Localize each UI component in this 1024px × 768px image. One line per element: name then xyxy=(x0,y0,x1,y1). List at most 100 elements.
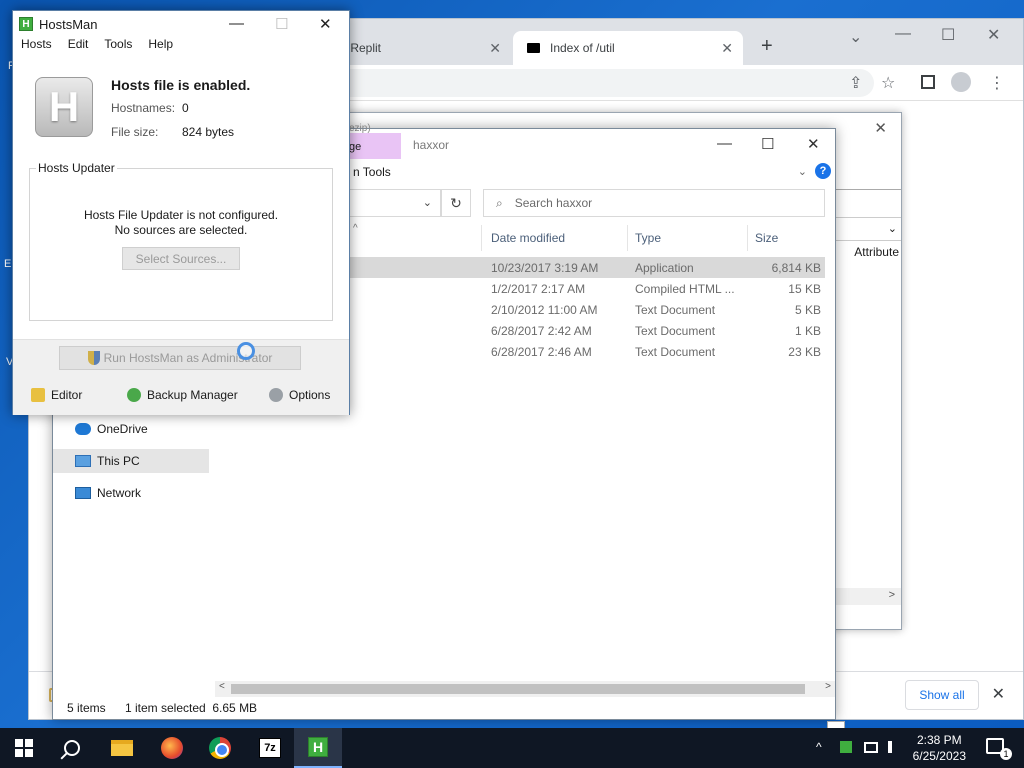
options-button[interactable]: Options xyxy=(269,388,330,402)
show-all-button[interactable]: Show all xyxy=(905,680,979,710)
help-icon[interactable]: ? xyxy=(815,163,831,179)
backup-manager-button[interactable]: Backup Manager xyxy=(127,388,238,402)
clock-date: 6/25/2023 xyxy=(912,749,966,763)
network-tray-icon[interactable] xyxy=(864,742,878,753)
tab-search-icon[interactable]: ⌄ xyxy=(849,27,862,47)
uac-shield-icon xyxy=(87,351,100,365)
filesize-value: 824 bytes xyxy=(182,125,235,139)
start-button[interactable] xyxy=(0,728,48,768)
show-hidden-icons-chevron-icon[interactable]: ^ xyxy=(816,740,822,754)
column-divider xyxy=(747,225,748,251)
hostsman-tray-icon[interactable] xyxy=(840,741,852,753)
nav-item-onedrive[interactable]: OneDrive xyxy=(53,417,209,441)
taskbar: 7z H ^ 2:38 PM 6/25/2023 1 xyxy=(0,728,1024,768)
expand-ribbon-icon[interactable]: ⌄ xyxy=(798,165,807,178)
close-button[interactable]: ✕ xyxy=(807,135,820,153)
column-header-date[interactable]: Date modified xyxy=(491,231,565,245)
hosts-status-heading: Hosts file is enabled. xyxy=(111,77,251,93)
tab-replit[interactable]: - Replit ✕ xyxy=(329,31,511,65)
tab-manage-label: ge xyxy=(349,141,362,153)
close-tab-icon[interactable]: ✕ xyxy=(721,40,733,57)
chevron-down-icon[interactable]: ⌄ xyxy=(423,196,432,209)
table-row[interactable]: 6/28/2017 2:42 AM Text Document 1 KB xyxy=(349,320,825,341)
cell-size: 6,814 KB xyxy=(771,261,821,275)
minimize-button[interactable]: — xyxy=(717,135,732,152)
column-divider xyxy=(627,225,628,251)
refresh-button[interactable]: ↻ xyxy=(441,189,471,217)
column-header-attribute[interactable]: Attribute xyxy=(854,245,899,259)
editor-button[interactable]: Editor xyxy=(31,388,82,402)
minimize-button[interactable]: — xyxy=(229,15,244,32)
chrome-menu-icon[interactable]: ⋮ xyxy=(989,73,1005,93)
tab-index-util[interactable]: Index of /util ✕ xyxy=(513,31,743,65)
hostsman-icon: H xyxy=(308,737,328,757)
address-bar[interactable] xyxy=(319,69,874,97)
maximize-button[interactable]: ☐ xyxy=(761,135,774,153)
cell-type: Application xyxy=(635,261,694,275)
chrome-icon xyxy=(209,737,231,759)
new-tab-button[interactable]: + xyxy=(761,35,773,58)
chevron-down-icon[interactable]: ⌄ xyxy=(888,222,897,235)
cell-date: 10/23/2017 3:19 AM xyxy=(491,261,599,275)
tab-manage[interactable]: ge xyxy=(349,133,401,159)
editor-label: Editor xyxy=(51,388,83,402)
column-header-size[interactable]: Size xyxy=(755,231,778,245)
scroll-right-icon[interactable]: > xyxy=(825,681,831,692)
cell-type: Text Document xyxy=(635,324,716,338)
run-as-admin-button[interactable]: Run HostsMan as Administrator xyxy=(59,346,301,370)
menu-help[interactable]: Help xyxy=(148,37,173,57)
hostsman-large-logo-icon: H xyxy=(35,77,93,137)
taskbar-search-button[interactable] xyxy=(48,728,96,768)
cell-date: 6/28/2017 2:46 AM xyxy=(491,345,592,359)
taskbar-firefox[interactable] xyxy=(148,728,196,768)
minimize-button[interactable]: — xyxy=(895,25,911,43)
network-icon xyxy=(75,487,91,499)
table-row[interactable]: 1/2/2017 2:17 AM Compiled HTML ... 15 KB xyxy=(349,278,825,299)
table-row[interactable]: 2/10/2012 11:00 AM Text Document 5 KB xyxy=(349,299,825,320)
onedrive-icon xyxy=(75,423,91,435)
tab-application-tools[interactable]: n Tools xyxy=(353,165,391,179)
cell-size: 23 KB xyxy=(788,345,821,359)
taskbar-7zip[interactable]: 7z xyxy=(246,728,294,768)
column-header-type[interactable]: Type xyxy=(635,231,661,245)
table-row[interactable]: 10/23/2017 3:19 AM Application 6,814 KB xyxy=(349,257,825,278)
horizontal-scrollbar[interactable]: < > xyxy=(215,681,835,697)
nav-item-this-pc[interactable]: This PC xyxy=(53,449,209,473)
taskbar-clock[interactable]: 2:38 PM 6/25/2023 xyxy=(913,732,966,764)
scroll-left-icon[interactable]: < xyxy=(219,681,225,692)
bookmark-star-icon[interactable]: ☆ xyxy=(881,73,895,93)
taskbar-chrome[interactable] xyxy=(196,728,244,768)
hostsman-logo-icon: H xyxy=(19,17,33,31)
close-button[interactable]: ✕ xyxy=(874,119,887,137)
menu-tools[interactable]: Tools xyxy=(104,37,132,57)
cell-type: Text Document xyxy=(635,345,716,359)
close-download-bar-icon[interactable]: ✕ xyxy=(992,684,1005,704)
table-row[interactable]: 6/28/2017 2:46 AM Text Document 23 KB xyxy=(349,341,825,362)
taskbar-hostsman[interactable]: H xyxy=(294,728,342,768)
close-button[interactable]: ✕ xyxy=(987,25,1000,45)
firefox-icon xyxy=(161,737,183,759)
menu-edit[interactable]: Edit xyxy=(68,37,89,57)
cell-type: Compiled HTML ... xyxy=(635,282,735,296)
group-legend: Hosts Updater xyxy=(36,161,117,175)
share-icon[interactable]: ⇪ xyxy=(849,73,862,93)
address-bar[interactable]: ⌄ xyxy=(349,189,441,217)
volume-muted-icon[interactable] xyxy=(888,741,898,753)
scroll-right-icon[interactable]: > xyxy=(889,589,895,601)
cell-date: 6/28/2017 2:42 AM xyxy=(491,324,592,338)
menu-hosts[interactable]: Hosts xyxy=(21,37,52,57)
nav-item-network[interactable]: Network xyxy=(53,481,209,505)
side-panel-icon[interactable] xyxy=(921,75,935,89)
maximize-button[interactable]: ☐ xyxy=(941,25,955,45)
profile-avatar-icon[interactable] xyxy=(951,72,971,92)
close-tab-icon[interactable]: ✕ xyxy=(489,40,501,57)
scrollbar-thumb[interactable] xyxy=(231,684,805,694)
hostnames-label: Hostnames: xyxy=(111,101,176,115)
close-button[interactable]: ✕ xyxy=(319,15,332,33)
search-input[interactable]: ⌕ Search haxxor xyxy=(483,189,825,217)
admin-area: Run HostsMan as Administrator xyxy=(13,339,349,375)
window-title: HostsMan xyxy=(39,16,98,32)
filesize-label: File size: xyxy=(111,125,159,139)
select-sources-button[interactable]: Select Sources... xyxy=(122,247,240,270)
taskbar-file-explorer[interactable] xyxy=(98,728,146,768)
